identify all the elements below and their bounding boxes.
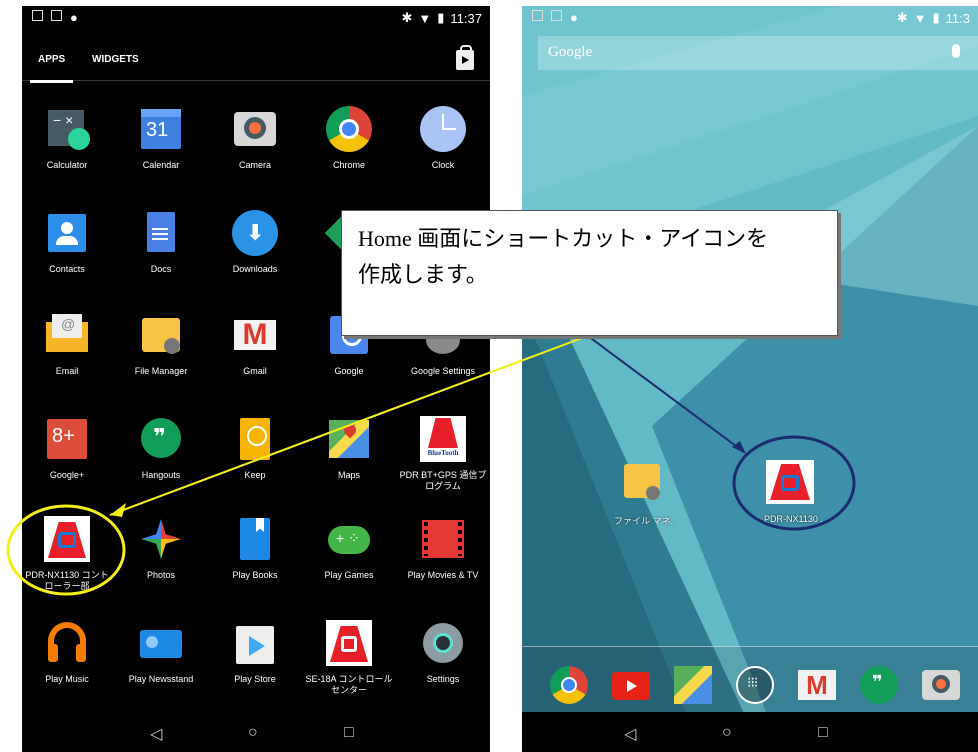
blue-pointer-line <box>587 335 745 453</box>
blue-arrowhead <box>732 441 746 454</box>
yellow-arrowhead <box>110 503 126 517</box>
instruction-callout: Home 画面にショートカット・アイコンを 作成します。 <box>341 210 838 336</box>
yellow-pointer-line <box>109 337 583 516</box>
callout-line-2: 作成します。 <box>358 262 488 287</box>
highlight-circle-right <box>732 435 856 531</box>
highlight-circle-left <box>6 504 126 596</box>
annotation-overlay <box>6 335 856 596</box>
callout-line-1: Home 画面にショートカット・アイコンを <box>358 226 769 251</box>
